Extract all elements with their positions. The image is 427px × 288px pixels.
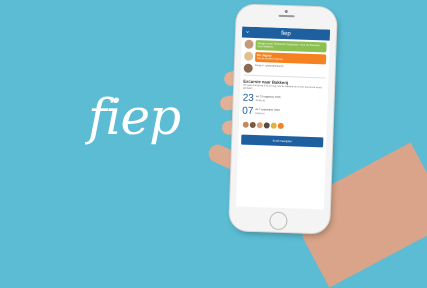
app-header-title: fiep [281, 30, 291, 37]
event-day: 07 [242, 105, 254, 117]
app-screen: ⌄ fiep Morgen even 'Schoenen' wegzetten.… [235, 26, 331, 210]
feed: Morgen even 'Schoenen' wegzetten. Voor d… [238, 38, 330, 150]
fiep-logo: fiep [88, 88, 181, 146]
speaker-grille [278, 14, 295, 18]
event-date[interactable]: 23 wo 23 augustus 2016 Bakkerij [242, 92, 325, 106]
avatar [244, 51, 254, 61]
phone-device: ⌄ fiep Morgen even 'Schoenen' wegzetten.… [229, 4, 337, 234]
avatar [244, 39, 254, 49]
feed-item[interactable]: De Jaguar Nieuw bericht in groep [244, 51, 327, 65]
camera-icon [284, 9, 288, 14]
event-date[interactable]: 07 do 7 september 2016 Bakkerij [242, 105, 324, 119]
home-button[interactable] [269, 211, 288, 231]
announcement-card: De Jaguar Nieuw bericht in groep [254, 51, 327, 65]
participant-avatars [241, 120, 324, 131]
message-bubble: Morgen even 'Schoenen' wegzetten. Voor d… [255, 40, 327, 53]
feed-item[interactable]: Morgen even 'Schoenen' wegzetten. Voor d… [244, 39, 327, 53]
event-day: 23 [242, 92, 255, 104]
group-row: Groep 6 - groepsleerkracht [243, 63, 326, 76]
group-label: Groep 6 - groepsleerkracht [254, 63, 284, 68]
divider [243, 74, 326, 79]
chevron-down-icon[interactable]: ⌄ [245, 28, 250, 35]
event-date-text: do 7 september 2016 Bakkerij [255, 108, 280, 116]
avatar [243, 63, 253, 73]
event-date-text: wo 23 augustus 2016 Bakkerij [256, 95, 281, 103]
join-button[interactable]: Ik wil meerijden [241, 134, 324, 148]
avatar [276, 121, 285, 130]
